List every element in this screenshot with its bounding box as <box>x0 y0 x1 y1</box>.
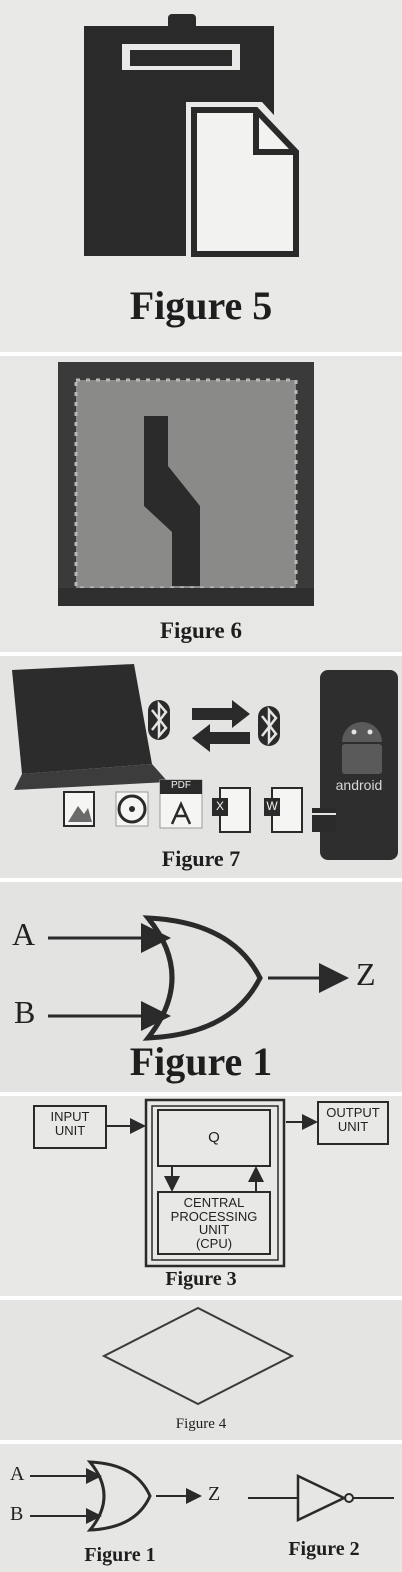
disc-file-icon <box>115 791 149 827</box>
input-unit-label: INPUT UNIT <box>50 1109 90 1138</box>
pixel-icon <box>58 362 314 606</box>
pdf-badge-label: PDF <box>171 780 191 791</box>
figure-2-caption: Figure 2 <box>288 1538 360 1560</box>
output-z-label: Z <box>208 1483 221 1505</box>
clipboard-clip <box>130 50 232 66</box>
image-file-icon <box>63 791 95 827</box>
output-z-label: Z <box>356 956 376 992</box>
figure-3-caption: Figure 3 <box>165 1268 237 1290</box>
figure-1-caption: Figure 1 <box>129 1039 273 1084</box>
or-gate-figure-panel: A B Z Figure 1 <box>0 882 402 1092</box>
figure-7-panel: PDF X W android Figure 7 <box>0 656 402 878</box>
figure-4-caption: Figure 4 <box>175 1416 227 1432</box>
bluetooth-icon <box>258 706 280 746</box>
document-sheet <box>191 107 299 257</box>
figure-1-2-panel: A B Z Figure 1 Figure 2 <box>0 1444 402 1572</box>
cpu-label: CENTRAL PROCESSING UNIT (CPU) <box>170 1195 258 1251</box>
decision-diamond-shape <box>101 1306 295 1406</box>
figure-1-caption: Figure 1 <box>84 1544 156 1566</box>
output-unit-label: OUTPUT UNIT <box>326 1105 380 1134</box>
transfer-arrows-icon <box>192 700 250 752</box>
input-b-label: B <box>10 1503 24 1525</box>
input-a-label: A <box>10 1463 25 1485</box>
bluetooth-icon <box>148 700 170 740</box>
figure-4-panel: Figure 4 <box>0 1300 402 1440</box>
input-b-label: B <box>14 994 36 1030</box>
memory-q-label: Q <box>208 1129 220 1146</box>
laptop-icon <box>12 664 168 790</box>
figure-5-caption: Figure 5 <box>129 283 273 328</box>
input-a-label: A <box>12 916 36 952</box>
figure-6-panel: Figure 6 <box>0 356 402 652</box>
clipboard-clip-top <box>168 14 196 36</box>
not-gate-symbol <box>296 1474 347 1522</box>
word-letter: W <box>266 799 278 813</box>
or-gate-symbol <box>86 1460 152 1532</box>
excel-letter: X <box>215 799 224 813</box>
android-label: android <box>335 777 383 793</box>
figure-7-caption: Figure 7 <box>161 846 241 871</box>
or-gate-symbol <box>142 915 263 1041</box>
video-file-icon <box>312 808 336 832</box>
figure-6-caption: Figure 6 <box>160 618 242 643</box>
figure-5-panel: Figure 5 <box>0 0 402 352</box>
figure-3-panel: INPUT UNIT OUTPUT UNIT Q CENTRAL PROCESS… <box>0 1096 402 1296</box>
